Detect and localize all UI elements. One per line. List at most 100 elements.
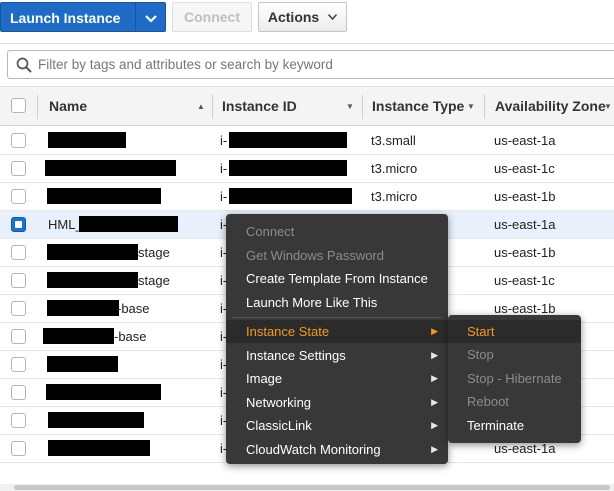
chevron-right-icon: ▶: [431, 373, 438, 383]
column-header-availability-zone[interactable]: Availability Zone: [495, 98, 606, 114]
row-checkbox[interactable]: [11, 329, 26, 344]
availability-zone: us-east-1a: [494, 441, 556, 456]
menu-separator: [232, 317, 442, 318]
submenu-item-stop-hibernate[interactable]: Stop - Hibernate: [448, 367, 581, 390]
menu-item-label: Connect: [246, 224, 295, 239]
menu-item-label: Instance Settings: [246, 348, 346, 363]
redacted-name: [47, 300, 119, 316]
submenu-item-terminate[interactable]: Terminate: [448, 414, 581, 437]
chevron-right-icon: ▶: [431, 420, 438, 430]
submenu-item-reboot[interactable]: Reboot: [448, 390, 581, 413]
menu-item-launch-more-like-this[interactable]: Launch More Like This: [226, 291, 448, 314]
submenu-item-stop[interactable]: Stop: [448, 343, 581, 366]
instance-name: stage: [138, 273, 170, 288]
instance-type: t3.small: [371, 133, 416, 148]
column-separator: [362, 95, 363, 119]
instance-name: -base: [114, 329, 147, 344]
instance-type: t3.micro: [371, 189, 418, 204]
submenu-item-start[interactable]: Start: [448, 320, 581, 343]
availability-zone: us-east-1c: [494, 273, 555, 288]
context-menu: Connect Get Windows Password Create Temp…: [226, 214, 448, 464]
actions-button[interactable]: Actions: [258, 2, 347, 32]
launch-instance-button[interactable]: Launch Instance: [0, 2, 136, 32]
availability-zone: us-east-1a: [494, 133, 556, 148]
redacted-name: [48, 440, 150, 456]
menu-item-get-windows-password[interactable]: Get Windows Password: [226, 244, 448, 267]
menu-item-label: Networking: [246, 395, 312, 410]
row-checkbox[interactable]: [11, 385, 26, 400]
instance-name: HML_: [48, 217, 83, 232]
column-header-instance-type[interactable]: Instance Type: [372, 98, 464, 114]
select-all-checkbox[interactable]: [11, 98, 26, 113]
instance-state-submenu: Start Stop Stop - Hibernate Reboot Termi…: [448, 315, 581, 443]
sort-icon[interactable]: ▼: [604, 102, 612, 111]
table-header: Name ▲ Instance ID ▼ Instance Type ▼ Ava…: [0, 86, 614, 126]
instance-id-prefix: i-: [220, 189, 228, 204]
caret-down-icon: [144, 15, 157, 23]
redacted-instance-id: [229, 132, 347, 148]
chevron-right-icon: ▶: [431, 444, 438, 454]
instance-name: -base: [117, 301, 150, 316]
table-row[interactable]: i- t3.micro us-east-1b: [0, 183, 614, 211]
caret-down-icon: [328, 14, 338, 21]
toolbar-divider: [0, 43, 614, 44]
redacted-name: [45, 160, 176, 176]
column-header-instance-id[interactable]: Instance ID: [222, 98, 297, 114]
launch-instance-dropdown-button[interactable]: [135, 2, 166, 32]
search-placeholder: Filter by tags and attributes or search …: [38, 57, 333, 72]
redacted-name: [46, 384, 161, 400]
row-checkbox[interactable]: [11, 217, 26, 232]
menu-item-cloudwatch-monitoring[interactable]: CloudWatch Monitoring ▶: [226, 438, 448, 461]
row-checkbox[interactable]: [11, 245, 26, 260]
chevron-right-icon: ▶: [431, 326, 438, 336]
column-header-name[interactable]: Name: [49, 98, 87, 114]
availability-zone: us-east-1a: [494, 217, 556, 232]
instance-name: stage: [138, 245, 170, 260]
menu-item-instance-state[interactable]: Instance State ▶: [226, 320, 448, 343]
horizontal-scrollbar[interactable]: [0, 484, 614, 491]
menu-item-connect[interactable]: Connect: [226, 220, 448, 243]
availability-zone: us-east-1b: [494, 245, 556, 260]
row-checkbox[interactable]: [11, 301, 26, 316]
column-separator: [37, 95, 38, 119]
row-checkbox[interactable]: [11, 161, 26, 176]
table-row[interactable]: i- t3.micro us-east-1c: [0, 155, 614, 183]
redacted-name: [48, 132, 126, 148]
row-checkbox[interactable]: [11, 189, 26, 204]
redacted-name: [48, 412, 144, 428]
instance-id-prefix: i-: [220, 133, 228, 148]
menu-item-create-template[interactable]: Create Template From Instance: [226, 267, 448, 290]
menu-item-label: Create Template From Instance: [246, 271, 428, 286]
menu-item-classiclink[interactable]: ClassicLink ▶: [226, 414, 448, 437]
menu-item-label: Get Windows Password: [246, 248, 384, 263]
redacted-instance-id: [229, 188, 352, 204]
sort-ascending-icon[interactable]: ▲: [197, 102, 205, 111]
search-icon: [16, 57, 32, 73]
connect-button[interactable]: Connect: [172, 2, 252, 32]
row-checkbox[interactable]: [11, 357, 26, 372]
redacted-name: [47, 356, 118, 372]
row-checkbox[interactable]: [11, 133, 26, 148]
instance-id-prefix: i-: [220, 161, 228, 176]
availability-zone: us-east-1b: [494, 301, 556, 316]
menu-item-image[interactable]: Image ▶: [226, 367, 448, 390]
sort-icon[interactable]: ▼: [346, 102, 354, 111]
menu-item-label: Launch More Like This: [246, 295, 378, 310]
row-checkbox[interactable]: [11, 413, 26, 428]
menu-item-label: Instance State: [246, 324, 330, 339]
menu-item-instance-settings[interactable]: Instance Settings ▶: [226, 344, 448, 367]
search-input[interactable]: Filter by tags and attributes or search …: [7, 50, 614, 79]
column-separator: [484, 95, 485, 119]
row-checkbox[interactable]: [11, 441, 26, 456]
availability-zone: us-east-1c: [494, 161, 555, 176]
sort-icon[interactable]: ▼: [467, 102, 475, 111]
instance-type: t3.micro: [371, 161, 418, 176]
chevron-right-icon: ▶: [431, 350, 438, 360]
redacted-instance-id: [229, 160, 347, 176]
scrollbar-thumb[interactable]: [14, 485, 610, 490]
row-checkbox[interactable]: [11, 273, 26, 288]
menu-item-label: Image: [246, 371, 283, 386]
availability-zone: us-east-1b: [494, 189, 556, 204]
menu-item-networking[interactable]: Networking ▶: [226, 391, 448, 414]
table-row[interactable]: i- t3.small us-east-1a: [0, 127, 614, 155]
